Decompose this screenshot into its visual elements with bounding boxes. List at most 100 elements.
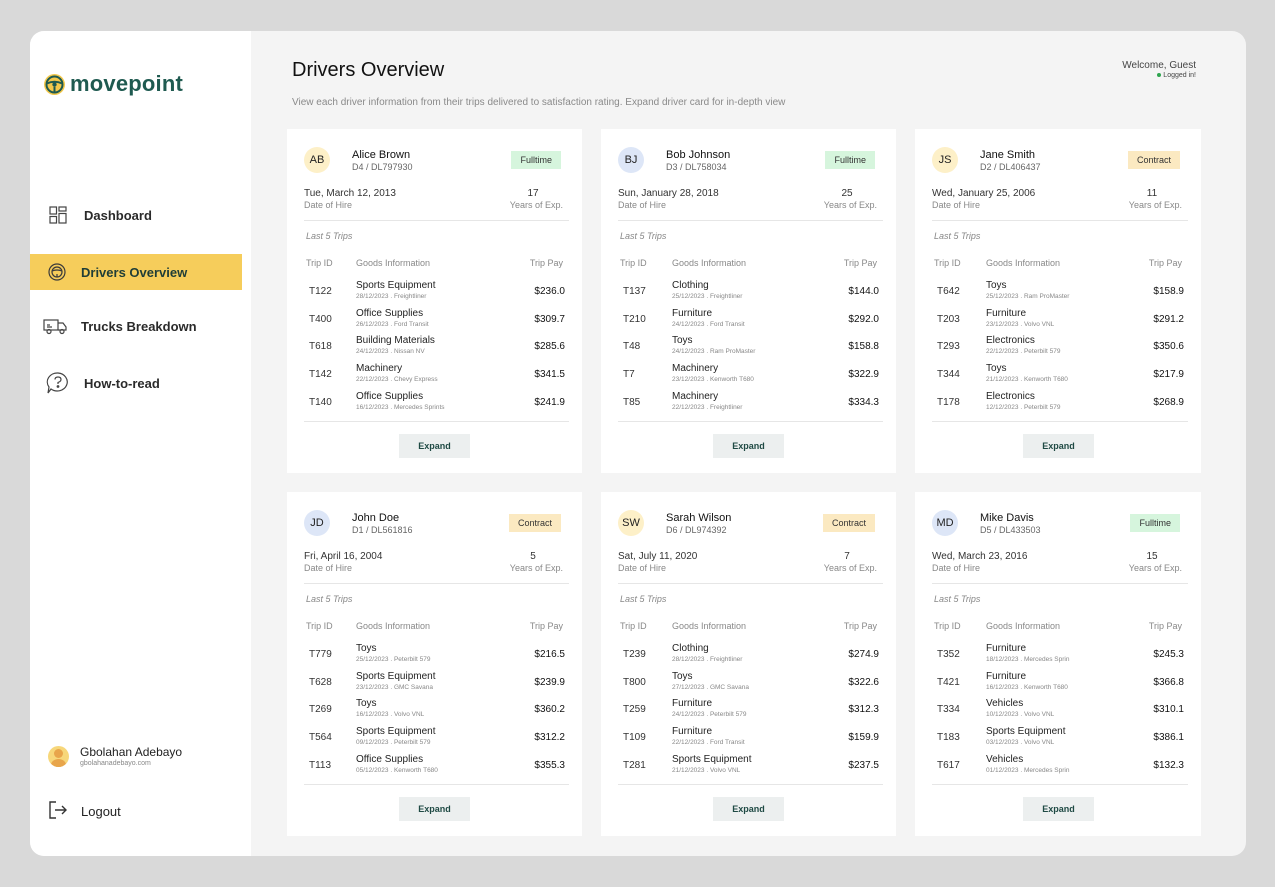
trip-pay: $274.9: [848, 649, 879, 660]
driver-avatar: BJ: [618, 147, 644, 173]
years-experience-label: Years of Exp.: [823, 200, 877, 210]
driver-card: BJ Bob Johnson D3 / DL758034 Fulltime Sun, J…: [601, 129, 896, 473]
divider: [304, 220, 569, 221]
trip-pay: $366.8: [1153, 676, 1184, 688]
trip-id: T178: [937, 396, 960, 408]
divider: [618, 784, 883, 785]
trip-pay: $341.5: [534, 369, 565, 381]
driver-card: JD John Doe D1 / DL561816 Contract Fri, Apri…: [287, 492, 582, 836]
goods-name: Toys: [986, 280, 1007, 291]
trip-pay: $217.9: [1153, 369, 1184, 381]
driver-avatar: JS: [932, 147, 958, 173]
sidebar: movepoint Dashboard Drivers Overview Tru…: [30, 31, 251, 856]
divider: [932, 421, 1188, 422]
trip-id: T334: [937, 704, 960, 716]
divider: [618, 220, 883, 221]
goods-name: Toys: [356, 643, 377, 654]
driver-card: AB Alice Brown D4 / DL797930 Fulltime Tue, M…: [287, 129, 582, 473]
col-header-trip-pay: Trip Pay: [843, 621, 877, 631]
hire-date-label: Date of Hire: [304, 563, 353, 573]
trip-row: T48 Toys 24/12/2023 . Ram ProMaster $158.8: [601, 335, 896, 362]
expand-button[interactable]: Expand: [713, 434, 784, 458]
trip-id: T85: [623, 396, 641, 408]
trip-row: T564 Sports Equipment 09/12/2023 . Peterbi…: [287, 726, 582, 753]
divider: [932, 583, 1188, 584]
col-header-trip-id: Trip ID: [934, 258, 961, 268]
divider: [304, 583, 569, 584]
trip-pay: $237.5: [848, 759, 879, 771]
goods-name: Machinery: [356, 363, 403, 375]
trip-id: T352: [937, 649, 960, 660]
trip-pay: $322.9: [848, 369, 879, 381]
goods-meta: 24/12/2023 . Ram ProMaster: [672, 348, 756, 356]
trip-id: T140: [309, 396, 332, 408]
trip-id: T142: [309, 369, 332, 381]
trip-id: T618: [309, 341, 332, 353]
expand-button[interactable]: Expand: [1023, 797, 1094, 821]
trip-id: T239: [623, 649, 646, 660]
expand-button[interactable]: Expand: [399, 797, 470, 821]
divider: [304, 784, 569, 785]
trip-row: T122 Sports Equipment 28/12/2023 . Freight…: [287, 280, 582, 307]
divider: [304, 421, 569, 422]
user-profile[interactable]: Gbolahan Adebayo gbolahanadebayo.com: [48, 745, 182, 767]
goods-meta: 22/12/2023 . Ford Transit: [672, 739, 745, 747]
years-experience: 7: [844, 551, 850, 562]
user-name: Gbolahan Adebayo: [80, 745, 183, 759]
sidebar-item-dashboard[interactable]: Dashboard: [30, 197, 242, 233]
last-trips-label: Last 5 Trips: [620, 231, 667, 241]
trip-pay: $158.8: [848, 341, 879, 353]
trip-row: T7 Machinery 23/12/2023 . Kenworth T680 $32…: [601, 363, 896, 390]
logo[interactable]: movepoint: [44, 71, 183, 97]
goods-meta: 24/12/2023 . Nissan NV: [356, 348, 425, 356]
goods-name: Clothing: [672, 643, 709, 654]
driver-name: Jane Smith: [980, 149, 1036, 161]
years-experience-label: Years of Exp.: [509, 200, 563, 210]
trip-pay: $292.0: [848, 313, 879, 325]
sidebar-item-drivers-overview[interactable]: Drivers Overview: [30, 254, 242, 290]
trip-id: T344: [937, 369, 960, 381]
user-email: gbolahanadebayo.com: [80, 760, 151, 767]
trip-pay: $268.9: [1153, 396, 1184, 408]
trip-row: T281 Sports Equipment 21/12/2023 . Volvo V…: [601, 754, 896, 781]
logout-button[interactable]: Logout: [48, 800, 121, 823]
sidebar-item-label: Trucks Breakdown: [81, 318, 197, 334]
trip-pay: $309.7: [534, 313, 565, 325]
trip-pay: $310.1: [1153, 704, 1184, 716]
driver-card: SW Sarah Wilson D6 / DL974392 Contract Sat, …: [601, 492, 896, 836]
col-header-goods: Goods Information: [672, 258, 747, 268]
col-header-goods: Goods Information: [986, 621, 1061, 631]
driver-license: D1 / DL561816: [352, 525, 413, 535]
col-header-trip-pay: Trip Pay: [529, 258, 563, 268]
trip-id: T281: [623, 759, 646, 771]
trip-id: T269: [309, 704, 332, 716]
col-header-trip-id: Trip ID: [934, 621, 961, 631]
goods-name: Sports Equipment: [356, 726, 436, 738]
driver-license: D5 / DL433503: [980, 525, 1041, 535]
trip-row: T617 Vehicles 01/12/2023 . Mercedes Sprin $…: [915, 754, 1201, 781]
sidebar-item-how-to-read[interactable]: How-to-read: [30, 365, 242, 401]
trip-id: T293: [937, 341, 960, 353]
col-header-goods: Goods Information: [356, 258, 431, 268]
expand-button[interactable]: Expand: [713, 797, 784, 821]
driver-avatar: SW: [618, 510, 644, 536]
trip-pay: $291.2: [1153, 313, 1184, 325]
trip-row: T779 Toys 25/12/2023 . Peterbilt 579 $216.5: [287, 643, 582, 670]
brand-name: movepoint: [70, 71, 184, 96]
trip-pay: $386.1: [1153, 732, 1184, 744]
sidebar-item-trucks-breakdown[interactable]: Trucks Breakdown: [30, 308, 242, 344]
goods-meta: 23/12/2023 . Volvo VNL: [986, 320, 1055, 328]
years-experience-label: Years of Exp.: [1128, 200, 1182, 210]
last-trips-label: Last 5 Trips: [934, 231, 981, 241]
goods-meta: 01/12/2023 . Mercedes Sprin: [986, 766, 1070, 774]
hire-date-label: Date of Hire: [932, 563, 981, 573]
goods-name: Furniture: [672, 698, 713, 710]
driver-name: Alice Brown: [352, 149, 411, 161]
expand-button[interactable]: Expand: [399, 434, 470, 458]
trip-id: T7: [623, 369, 635, 381]
trip-id: T183: [937, 732, 960, 744]
expand-button[interactable]: Expand: [1023, 434, 1094, 458]
goods-name: Sports Equipment: [356, 280, 436, 291]
years-experience: 25: [841, 188, 853, 199]
driver-avatar: JD: [304, 510, 330, 536]
